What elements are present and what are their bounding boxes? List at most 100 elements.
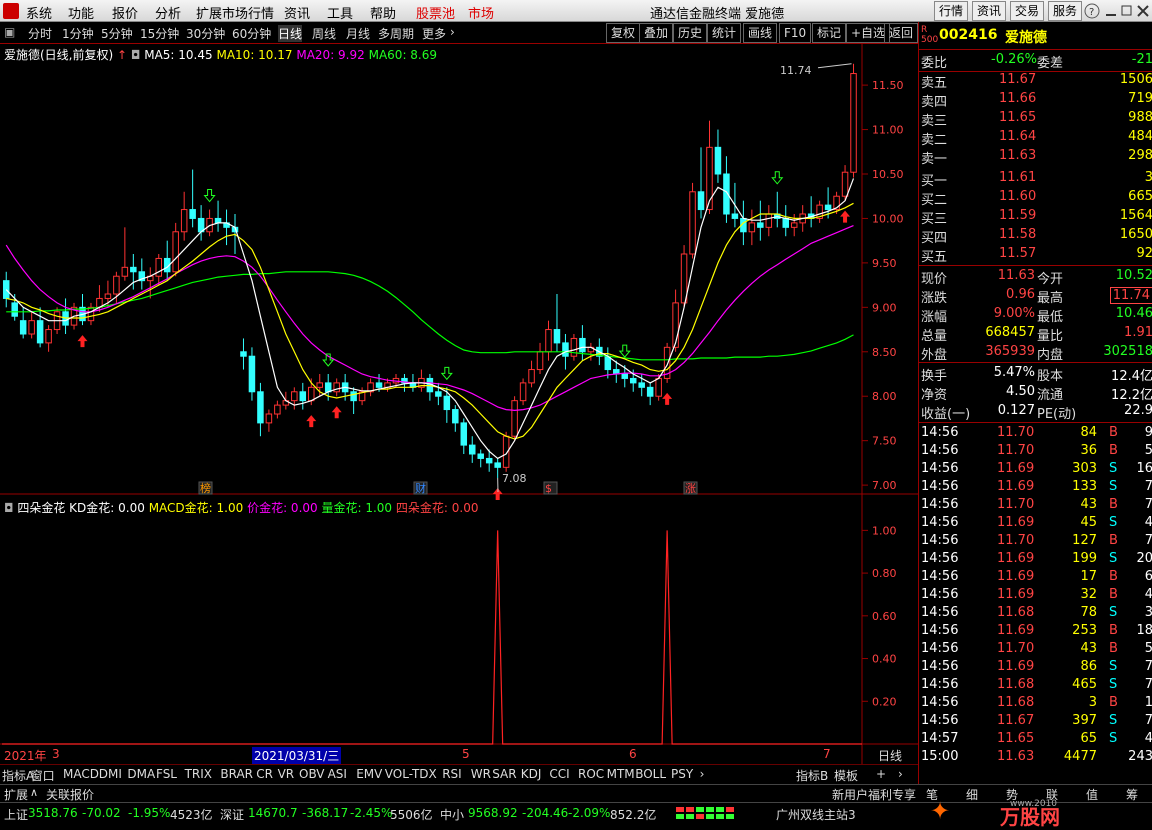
period-weekly[interactable]: 周线 [312, 25, 336, 42]
server-name[interactable]: 广州双线主站3 [776, 806, 856, 823]
period-more[interactable]: 更多 [422, 25, 446, 42]
tick-row[interactable]: 14:5611.683B1 [919, 695, 1152, 713]
tab-sar[interactable]: SAR [492, 767, 516, 781]
period-30min[interactable]: 30分钟 [186, 25, 225, 42]
tick-row[interactable]: 14:5611.7084B9 [919, 425, 1152, 443]
tab-obv[interactable]: OBV [299, 767, 325, 781]
chevron-right-icon[interactable]: › [898, 767, 903, 781]
event-marker-label[interactable]: 涨 [685, 482, 696, 495]
btn-stats[interactable]: 统计 [707, 23, 741, 43]
top-btn-info[interactable]: 资讯 [972, 1, 1006, 21]
tab-roc[interactable]: ROC [578, 767, 604, 781]
menu-info[interactable]: 资讯 [284, 3, 310, 22]
tab-dmi[interactable]: DMI [99, 767, 122, 781]
tab-emv[interactable]: EMV [356, 767, 382, 781]
tab-kdj[interactable]: KDJ [521, 767, 542, 781]
menu-tools[interactable]: 工具 [327, 3, 353, 22]
tab-vr[interactable]: VR [278, 767, 295, 781]
btn-overlay[interactable]: 叠加 [639, 23, 673, 43]
tab--[interactable]: 窗口 [31, 767, 55, 784]
tab-cci[interactable]: CCI [549, 767, 569, 781]
menu-system[interactable]: 系统 [26, 3, 52, 22]
period-60min[interactable]: 60分钟 [232, 25, 271, 42]
kline-chart[interactable]: 11.5011.0010.5010.009.509.008.508.007.50… [0, 44, 918, 764]
period-daily[interactable]: 日线 [278, 25, 302, 42]
close-icon[interactable] [1138, 6, 1148, 16]
tab-rsi[interactable]: RSI [442, 767, 462, 781]
tab-right-1[interactable]: 模板 [834, 767, 858, 784]
tick-row[interactable]: 14:5611.6878S3 [919, 605, 1152, 623]
btn-history[interactable]: 历史 [673, 23, 707, 43]
tab-right-0[interactable]: 指标B [796, 767, 828, 784]
tab-mtm[interactable]: MTM [607, 767, 635, 781]
tick-row[interactable]: 14:5611.70127B7 [919, 533, 1152, 551]
plus-icon[interactable]: + [876, 767, 886, 781]
tab-asi[interactable]: ASI [328, 767, 347, 781]
toggle-icon[interactable]: ▣ [4, 25, 15, 39]
tick-count: 243 [1128, 749, 1152, 764]
btn-back[interactable]: 返回 [884, 23, 918, 43]
tab-psy[interactable]: PSY [671, 767, 693, 781]
tick-row[interactable]: 14:5611.6986S7 [919, 659, 1152, 677]
tick-row[interactable]: 15:0011.634477243 [919, 749, 1152, 767]
tick-row[interactable]: 14:5611.6945S4 [919, 515, 1152, 533]
tick-row[interactable]: 14:5611.68465S7 [919, 677, 1152, 695]
tick-row[interactable]: 14:5711.6565S4 [919, 731, 1152, 749]
period-15min[interactable]: 15分钟 [140, 25, 179, 42]
tab-brar[interactable]: BRAR [220, 767, 253, 781]
promo-link[interactable]: 新用户福利专享 [832, 786, 916, 803]
ext-button[interactable]: 扩展 [4, 786, 28, 803]
panel-tab[interactable]: 值 [1086, 786, 1098, 803]
top-btn-service[interactable]: 服务 [1048, 1, 1082, 21]
menu-function[interactable]: 功能 [68, 3, 94, 22]
tab-cr[interactable]: CR [256, 767, 273, 781]
period-multi[interactable]: 多周期 [378, 25, 414, 42]
tick-row[interactable]: 14:5611.69133S7 [919, 479, 1152, 497]
help-icon[interactable]: ? [1085, 4, 1099, 18]
period-1min[interactable]: 1分钟 [62, 25, 94, 42]
btn-mark[interactable]: 标记 [812, 23, 846, 43]
top-btn-quote[interactable]: 行情 [934, 1, 968, 21]
btn-restore-rights[interactable]: 复权 [606, 23, 640, 43]
tick-list[interactable]: 14:5611.7084B914:5611.7036B514:5611.6930… [919, 422, 1152, 423]
panel-tab[interactable]: 细 [966, 786, 978, 803]
tick-row[interactable]: 14:5611.7036B5 [919, 443, 1152, 461]
tab--a[interactable]: 指标A [2, 767, 34, 784]
tab-trix[interactable]: TRIX [185, 767, 212, 781]
tick-row[interactable]: 14:5611.6932B4 [919, 587, 1152, 605]
tick-row[interactable]: 14:5611.67397S7 [919, 713, 1152, 731]
restore-icon[interactable] [1122, 6, 1131, 15]
menu-stock-pool[interactable]: 股票池 [416, 3, 455, 22]
top-btn-trade[interactable]: 交易 [1010, 1, 1044, 21]
tab-wr[interactable]: WR [471, 767, 491, 781]
chart-area[interactable]: 11.5011.0010.5010.009.509.008.508.007.50… [0, 44, 918, 764]
tick-row[interactable]: 14:5611.7043B5 [919, 641, 1152, 659]
event-marker-label[interactable]: 榜 [200, 481, 211, 495]
tick-row[interactable]: 14:5611.69253B18 [919, 623, 1152, 641]
event-marker-label[interactable]: 财 [415, 481, 426, 495]
period-tick[interactable]: 分时 [28, 25, 52, 42]
period-5min[interactable]: 5分钟 [101, 25, 133, 42]
menu-quote[interactable]: 报价 [112, 3, 138, 22]
tab-dma[interactable]: DMA [127, 767, 155, 781]
tab-vol-tdx[interactable]: VOL-TDX [385, 767, 437, 781]
tick-row[interactable]: 14:5611.7043B7 [919, 497, 1152, 515]
minimize-icon[interactable] [1106, 14, 1116, 16]
related-quote-button[interactable]: 关联报价 [46, 786, 94, 803]
menu-analysis[interactable]: 分析 [155, 3, 181, 22]
tab-boll[interactable]: BOLL [635, 767, 666, 781]
chevron-right-icon[interactable]: › [700, 767, 705, 781]
tick-row[interactable]: 14:5611.69303S16 [919, 461, 1152, 479]
panel-tab[interactable]: 筹 [1126, 786, 1138, 803]
menu-market[interactable]: 市场 [468, 3, 494, 22]
tab-macd[interactable]: MACD [63, 767, 99, 781]
menu-ext-market[interactable]: 扩展市场行情 [196, 3, 274, 22]
btn-draw[interactable]: 画线 [743, 23, 777, 43]
tab-fsl[interactable]: FSL [156, 767, 177, 781]
tick-row[interactable]: 14:5611.69199S20 [919, 551, 1152, 569]
menu-help[interactable]: 帮助 [370, 3, 396, 22]
event-marker-label[interactable]: $ [545, 482, 552, 495]
btn-f10[interactable]: F10 [779, 23, 811, 43]
period-monthly[interactable]: 月线 [346, 25, 370, 42]
tick-row[interactable]: 14:5611.6917B6 [919, 569, 1152, 587]
